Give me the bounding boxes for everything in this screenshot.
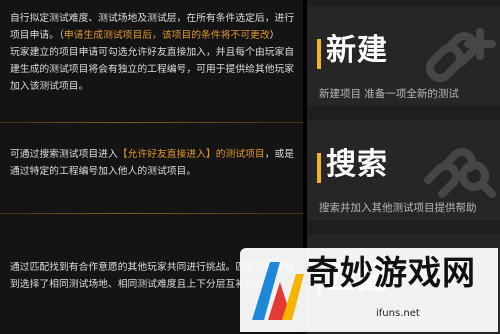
search-project-button[interactable]: 搜索 搜索并加入其他测试项目提供帮助 (307, 120, 500, 220)
create-project-button[interactable]: 新建 新建项目 准备一项全新的测试 (307, 6, 500, 106)
search-desc-text: 可通过搜索测试项目进入 (10, 149, 118, 160)
accent-bar (317, 39, 321, 69)
search-title: 搜索 (326, 147, 388, 182)
create-description: 自行拟定测试难度、测试场地及测试层，在所有条件选定后，进行项目申请。（申请生成测… (10, 10, 298, 95)
watermark-text: 奇妙游戏网 (306, 253, 476, 292)
link-search-icon (424, 148, 496, 198)
create-title: 新建 (326, 33, 388, 68)
watermark-url: ifuns.net (376, 308, 420, 319)
search-description: 可通过搜索测试项目进入【允许好友直接进入】的测试项目，或是通过特定的工程编号加入… (10, 146, 298, 180)
watermark-logo (252, 262, 304, 320)
search-desc-highlight: 【允许好友直接进入】的测试项目 (117, 149, 265, 160)
create-desc-highlight: 申请生成测试项目后，该项目的条件将不可更改 (63, 30, 270, 41)
watermark: 奇妙游戏网 ifuns.net (240, 248, 498, 332)
accent-bar (317, 153, 321, 183)
create-subtitle: 新建项目 准备一项全新的测试 (319, 88, 459, 100)
link-plus-icon (426, 28, 496, 82)
section-divider (0, 213, 303, 214)
search-subtitle: 搜索并加入其他测试项目提供帮助 (319, 202, 477, 214)
section-divider (0, 122, 303, 123)
